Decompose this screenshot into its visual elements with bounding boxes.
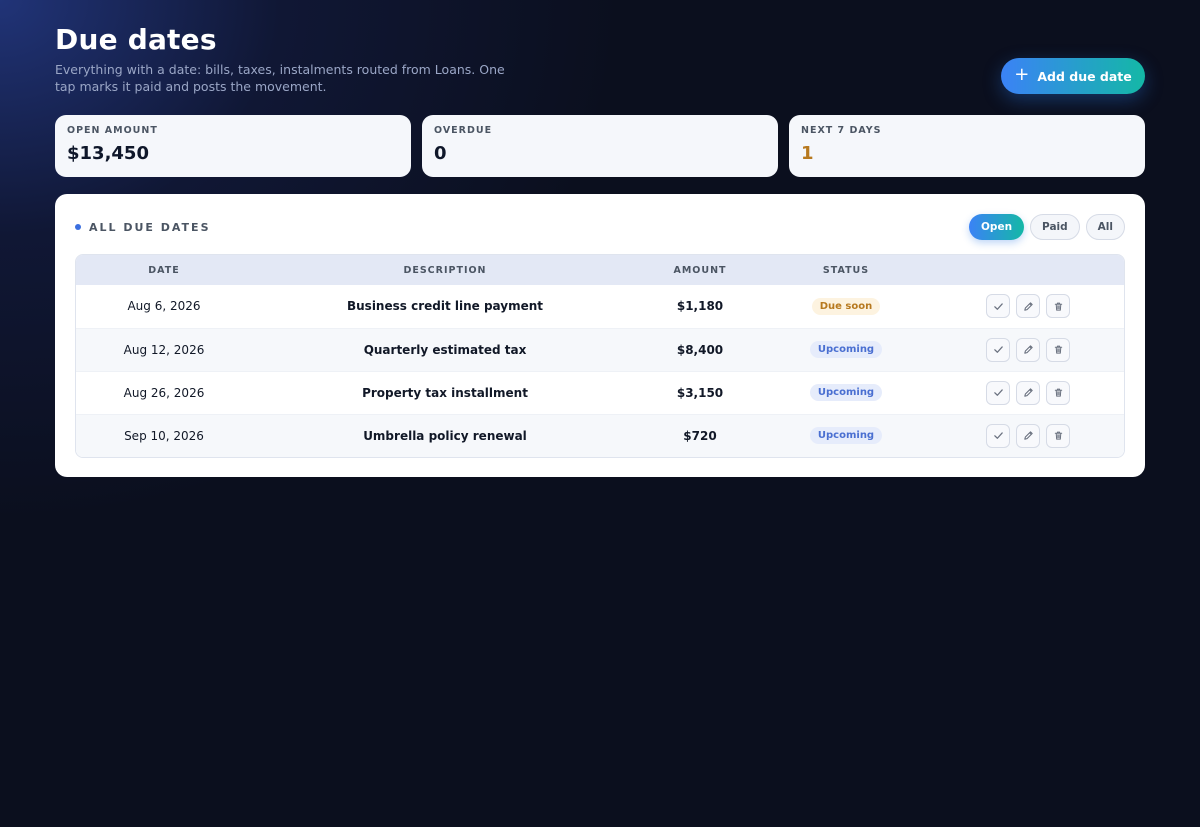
row-description: Property tax installment	[362, 385, 528, 400]
panel-title-text: ALL DUE DATES	[89, 220, 211, 234]
page-subtitle: Everything with a date: bills, taxes, in…	[55, 62, 505, 94]
stats-row: OPEN AMOUNT $13,450 OVERDUE 0 NEXT 7 DAY…	[55, 115, 1145, 177]
mark-paid-button[interactable]	[986, 294, 1010, 319]
filter-paid[interactable]: Paid	[1030, 214, 1080, 240]
trash-icon	[1054, 431, 1062, 440]
add-due-date-label: Add due date	[1037, 68, 1132, 84]
edit-button[interactable]	[1016, 423, 1040, 448]
row-status: Due soon	[762, 285, 930, 328]
status-badge: Upcoming	[809, 427, 883, 445]
delete-button[interactable]	[1046, 294, 1070, 319]
status-badge: Upcoming	[809, 341, 883, 358]
delete-button[interactable]	[1046, 380, 1070, 405]
row-description: Umbrella policy renewal	[363, 428, 527, 443]
row-date: Aug 26, 2026	[123, 385, 205, 400]
row-amount: $3,150	[676, 385, 724, 400]
page-header: Due dates Everything with a date: bills,…	[55, 22, 1145, 115]
check-icon	[993, 346, 1003, 353]
stat-value: 0	[434, 143, 447, 164]
stat-value: $13,450	[67, 143, 149, 164]
table-row: Sep 10, 2026 Umbrella policy renewal $72…	[76, 414, 1124, 457]
row-status: Upcoming	[762, 328, 930, 371]
row-status: Upcoming	[762, 371, 930, 414]
delete-button[interactable]	[1046, 423, 1070, 448]
trash-icon	[1054, 302, 1062, 311]
stat-overdue: OVERDUE 0	[422, 115, 778, 177]
column-header-actions	[930, 255, 1124, 285]
row-amount: $720	[683, 428, 717, 443]
column-header-amount: AMOUNT	[673, 264, 727, 276]
row-actions	[930, 371, 1124, 414]
row-actions	[930, 328, 1124, 371]
due-dates-panel: ALL DUE DATES Open Paid All DATE DESCRIP…	[55, 194, 1145, 477]
stat-next-7-days: NEXT 7 DAYS 1	[789, 115, 1145, 177]
status-filter: Open Paid All	[969, 214, 1125, 240]
delete-button[interactable]	[1046, 337, 1070, 362]
pencil-icon	[1023, 345, 1033, 354]
row-actions	[930, 414, 1124, 457]
edit-button[interactable]	[1016, 337, 1040, 362]
column-header-status: STATUS	[822, 264, 870, 276]
pencil-icon	[1023, 302, 1033, 311]
check-icon	[993, 432, 1003, 440]
stat-value: 1	[801, 143, 814, 164]
row-amount: $8,400	[676, 342, 724, 357]
table-header-row: DATE DESCRIPTION AMOUNT STATUS	[76, 255, 1124, 285]
row-description: Business credit line payment	[346, 299, 544, 314]
table-row: Aug 12, 2026 Quarterly estimated tax $8,…	[76, 328, 1124, 371]
edit-button[interactable]	[1016, 380, 1040, 405]
plus-icon: +	[1014, 64, 1030, 85]
row-actions	[930, 285, 1124, 328]
due-dates-page: Due dates Everything with a date: bills,…	[55, 22, 1145, 477]
filter-open[interactable]: Open	[969, 214, 1025, 240]
panel-header: ALL DUE DATES Open Paid All	[75, 214, 1125, 240]
check-icon	[993, 303, 1003, 310]
panel-title: ALL DUE DATES	[75, 221, 211, 234]
pencil-icon	[1023, 431, 1033, 440]
filter-all[interactable]: All	[1085, 214, 1125, 240]
column-header-date: DATE	[148, 264, 180, 276]
row-date: Aug 12, 2026	[123, 342, 205, 357]
add-due-date-button[interactable]: + Add due date	[1001, 58, 1145, 94]
row-date: Aug 6, 2026	[127, 299, 201, 314]
stat-open-amount: OPEN AMOUNT $13,450	[55, 115, 411, 177]
status-badge: Upcoming	[809, 384, 883, 401]
stat-label: OPEN AMOUNT	[67, 125, 158, 136]
pencil-icon	[1023, 388, 1033, 397]
mark-paid-button[interactable]	[986, 380, 1010, 405]
trash-icon	[1054, 345, 1062, 354]
stat-label: OVERDUE	[434, 125, 493, 136]
table-row: Aug 6, 2026 Business credit line payment…	[76, 285, 1124, 328]
table-row: Aug 26, 2026 Property tax installment $3…	[76, 371, 1124, 414]
status-badge: Due soon	[811, 297, 881, 315]
row-status: Upcoming	[762, 414, 930, 457]
mark-paid-button[interactable]	[986, 423, 1010, 448]
row-description: Quarterly estimated tax	[363, 342, 527, 357]
mark-paid-button[interactable]	[986, 337, 1010, 362]
due-dates-table: DATE DESCRIPTION AMOUNT STATUS Aug 6, 20…	[75, 254, 1125, 458]
row-amount: $1,180	[676, 299, 724, 314]
row-date: Sep 10, 2026	[124, 428, 204, 443]
dot-icon	[75, 224, 81, 230]
edit-button[interactable]	[1016, 294, 1040, 319]
page-title: Due dates	[55, 23, 217, 56]
stat-label: NEXT 7 DAYS	[801, 125, 882, 136]
trash-icon	[1054, 388, 1062, 397]
column-header-description: DESCRIPTION	[403, 264, 487, 276]
check-icon	[993, 389, 1003, 396]
